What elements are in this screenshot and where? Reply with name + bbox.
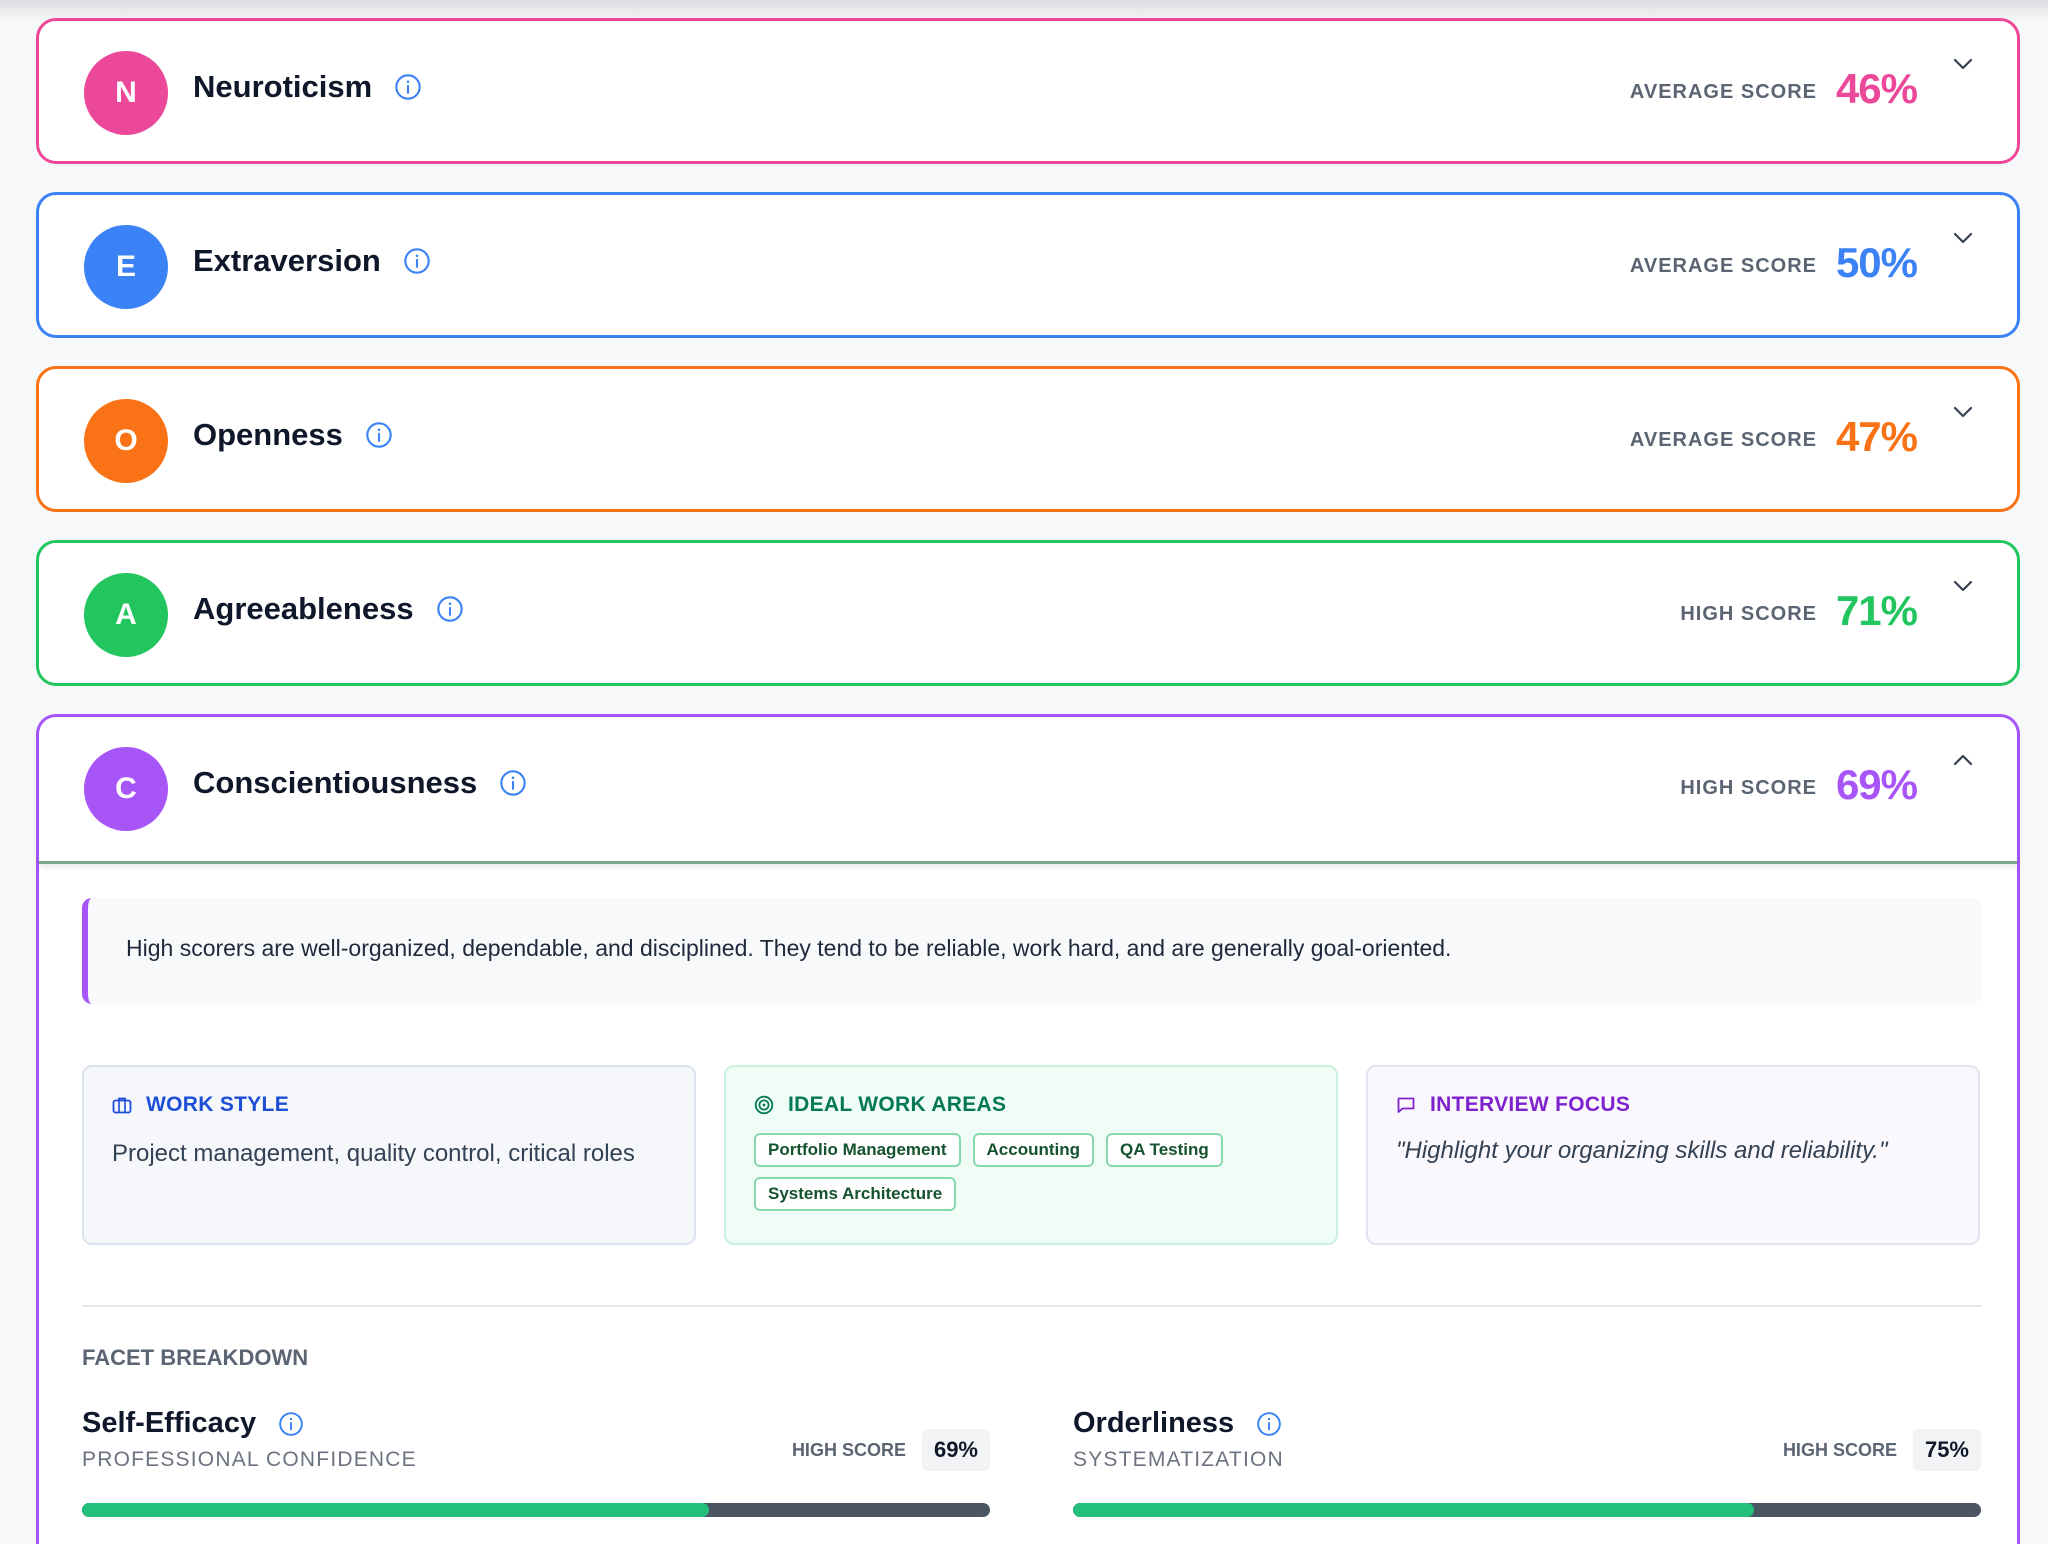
briefcase-icon: [112, 1097, 132, 1114]
work-area-tag[interactable]: Systems Architecture: [754, 1177, 957, 1211]
trait-card-conscientiousness[interactable]: C Conscientiousness HIGH SCORE 69% High …: [36, 714, 2020, 1544]
trait-title: Conscientiousness: [193, 765, 527, 801]
trait-card-openness[interactable]: O Openness AVERAGE SCORE 47%: [36, 366, 2020, 512]
trait-card-neuroticism[interactable]: N Neuroticism AVERAGE SCORE 46%: [36, 18, 2020, 164]
ideal-work-areas-title: IDEAL WORK AREAS: [754, 1093, 1308, 1117]
chevron-up-icon[interactable]: [1953, 753, 1973, 767]
ideal-work-areas-label: IDEAL WORK AREAS: [788, 1093, 1007, 1116]
work-area-tag[interactable]: Accounting: [972, 1133, 1095, 1167]
trait-title: Neuroticism: [193, 69, 422, 105]
info-icon[interactable]: [394, 73, 422, 101]
chevron-down-icon[interactable]: [1953, 579, 1973, 593]
work-style-title: WORK STYLE: [112, 1093, 666, 1117]
facet-score: HIGH SCORE 69%: [792, 1429, 990, 1471]
trait-description: High scorers are well-organized, dependa…: [82, 898, 1982, 1004]
work-style-label: WORK STYLE: [146, 1093, 289, 1116]
trait-avatar: O: [84, 399, 168, 483]
interview-focus-quote: "Highlight your organizing skills and re…: [1396, 1137, 1888, 1164]
facet-name: Self-Efficacy: [82, 1407, 257, 1439]
info-icon[interactable]: [365, 421, 393, 449]
facet-score: HIGH SCORE 75%: [1783, 1429, 1981, 1471]
facet-progress-fill: [82, 1503, 709, 1517]
score-label: AVERAGE SCORE: [1629, 429, 1817, 451]
chevron-down-icon[interactable]: [1953, 405, 1973, 419]
trait-name: Openness: [193, 417, 343, 452]
trait-avatar: C: [84, 747, 168, 831]
score-label: AVERAGE SCORE: [1629, 255, 1817, 277]
score-label: AVERAGE SCORE: [1629, 81, 1817, 103]
trait-title: Agreeableness: [193, 591, 464, 627]
info-icon[interactable]: [278, 1411, 304, 1437]
trait-avatar: A: [84, 573, 168, 657]
trait-name: Neuroticism: [193, 69, 373, 104]
facet-score-value: 69%: [921, 1429, 990, 1471]
facet-score-label: HIGH SCORE: [1782, 1439, 1897, 1460]
interview-focus-title: INTERVIEW FOCUS: [1396, 1093, 1950, 1117]
work-area-tags: Portfolio Management Accounting QA Testi…: [754, 1133, 1308, 1211]
trait-name: Agreeableness: [193, 591, 414, 626]
info-icon[interactable]: [1256, 1411, 1282, 1437]
facet-name: Orderliness: [1073, 1407, 1235, 1439]
info-icon[interactable]: [403, 247, 431, 275]
section-divider: [82, 1305, 1982, 1307]
info-icon[interactable]: [499, 769, 527, 797]
score-value: 71%: [1835, 587, 1918, 634]
message-icon: [1397, 1097, 1415, 1113]
score-label: HIGH SCORE: [1680, 603, 1817, 625]
score-label: HIGH SCORE: [1680, 777, 1817, 799]
interview-focus-label: INTERVIEW FOCUS: [1430, 1093, 1631, 1116]
facet-orderliness: Orderliness SYSTEMATIZATION HIGH SCORE 7…: [1073, 1407, 1981, 1517]
facet-progress-fill: [1073, 1503, 1754, 1517]
score-value: 50%: [1835, 239, 1918, 286]
facet-score-value: 75%: [1912, 1429, 1981, 1471]
score-value: 46%: [1835, 65, 1918, 112]
facet-progress-bar: [82, 1503, 990, 1517]
work-style-text: Project management, quality control, cri…: [112, 1140, 635, 1167]
trait-avatar: E: [84, 225, 168, 309]
score-value: 69%: [1835, 761, 1918, 808]
trait-card-extraversion[interactable]: E Extraversion AVERAGE SCORE 50%: [36, 192, 2020, 338]
work-style-card: WORK STYLE Project management, quality c…: [82, 1065, 696, 1245]
info-icon[interactable]: [436, 595, 464, 623]
chevron-down-icon[interactable]: [1953, 231, 1973, 245]
trait-card-agreeableness[interactable]: A Agreeableness HIGH SCORE 71%: [36, 540, 2020, 686]
score-value: 47%: [1835, 413, 1918, 460]
chevron-down-icon[interactable]: [1953, 57, 1973, 71]
facet-score-label: HIGH SCORE: [791, 1439, 906, 1460]
trait-title: Openness: [193, 417, 393, 453]
facet-progress-bar: [1073, 1503, 1981, 1517]
trait-name: Extraversion: [193, 243, 381, 278]
facet-breakdown-heading: FACET BREAKDOWN: [82, 1345, 309, 1370]
trait-avatar: N: [84, 51, 168, 135]
work-area-tag[interactable]: QA Testing: [1106, 1133, 1223, 1167]
trait-name: Conscientiousness: [193, 765, 478, 800]
trait-title: Extraversion: [193, 243, 431, 279]
target-icon: [754, 1095, 774, 1115]
interview-focus-card: INTERVIEW FOCUS "Highlight your organizi…: [1366, 1065, 1980, 1245]
ideal-work-areas-card: IDEAL WORK AREAS Portfolio Management Ac…: [724, 1065, 1338, 1245]
work-area-tag[interactable]: Portfolio Management: [754, 1133, 961, 1167]
trait-header[interactable]: C Conscientiousness HIGH SCORE 69%: [39, 717, 2017, 864]
facet-self-efficacy: Self-Efficacy PROFESSIONAL CONFIDENCE HI…: [82, 1407, 990, 1517]
